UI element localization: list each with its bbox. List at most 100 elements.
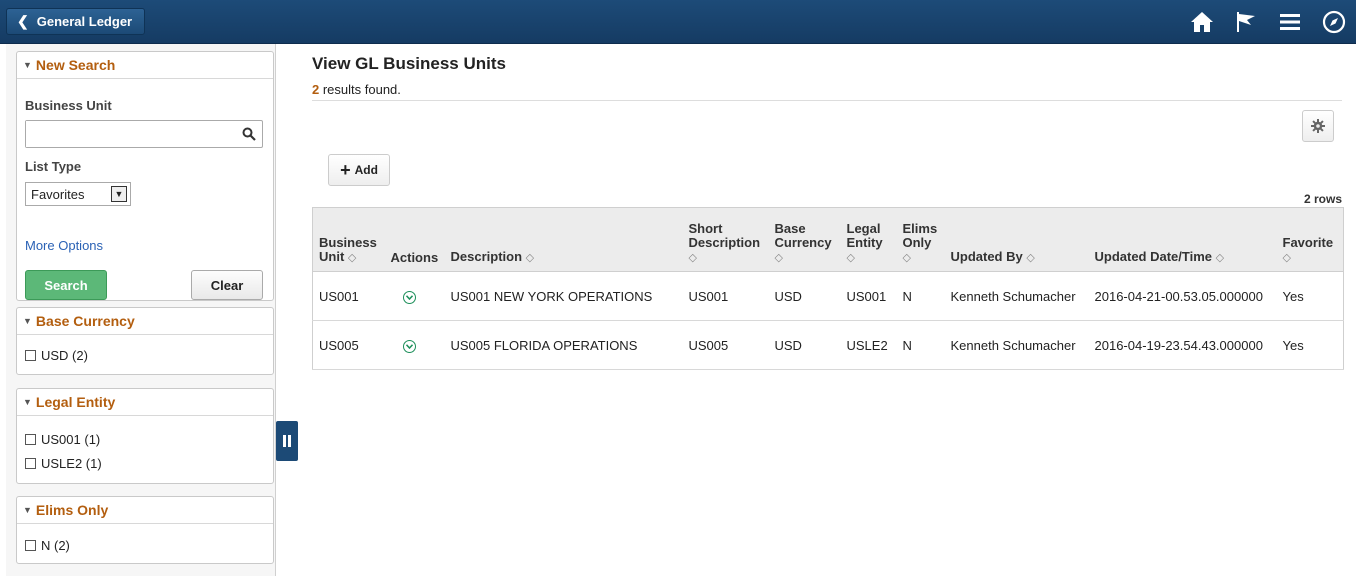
- col-label: Updated By: [950, 249, 1023, 264]
- collapse-panel-handle[interactable]: [276, 421, 298, 461]
- left-panel: ▼ New Search Business Unit List Type Fav…: [6, 44, 276, 576]
- col-label: Updated Date/Time: [1094, 249, 1213, 264]
- col-actions: Actions: [384, 207, 445, 272]
- cell-legal-entity: US001: [840, 271, 897, 321]
- cell-favorite: Yes: [1276, 271, 1344, 321]
- cell-elims-only: N: [896, 320, 945, 370]
- search-button[interactable]: Search: [25, 270, 107, 300]
- cell-updated-date-time: 2016-04-21-00.53.05.000000: [1088, 271, 1277, 321]
- flag-icon[interactable]: [1224, 0, 1268, 44]
- sort-icon[interactable]: ◇: [847, 252, 855, 264]
- col-label: Entity: [846, 235, 883, 250]
- cell-business-unit: US001: [312, 271, 385, 321]
- facet-usle2[interactable]: USLE2 (1): [25, 456, 102, 471]
- col-business-unit[interactable]: Business Unit ◇: [312, 207, 385, 272]
- checkbox[interactable]: [25, 540, 36, 551]
- add-button[interactable]: + Add: [328, 154, 390, 186]
- col-elims-only[interactable]: Elims Only ◇: [896, 207, 945, 272]
- checkbox[interactable]: [25, 350, 36, 361]
- sort-icon[interactable]: ◇: [775, 252, 783, 264]
- sort-icon[interactable]: ◇: [526, 252, 534, 264]
- base-currency-header[interactable]: ▼ Base Currency: [17, 308, 273, 335]
- sort-icon[interactable]: ◇: [348, 252, 356, 264]
- related-actions-icon[interactable]: [402, 340, 416, 353]
- sort-icon[interactable]: ◇: [1283, 252, 1291, 264]
- cell-updated-date-time: 2016-04-19-23.54.43.000000: [1088, 320, 1277, 370]
- triangle-down-icon: ▼: [23, 316, 32, 326]
- plus-icon: +: [340, 159, 351, 180]
- col-legal-entity[interactable]: Legal Entity ◇: [840, 207, 897, 272]
- sort-icon[interactable]: ◇: [689, 252, 697, 264]
- chevron-left-icon: ❮: [17, 13, 29, 29]
- cell-business-unit: US005: [312, 320, 385, 370]
- cell-base-currency: USD: [768, 271, 841, 321]
- list-type-value: Favorites: [31, 186, 85, 202]
- results-summary: 2 results found.: [312, 82, 401, 97]
- facet-usd[interactable]: USD (2): [25, 348, 88, 363]
- row-count: 2 rows: [1303, 192, 1342, 206]
- col-base-currency[interactable]: Base Currency ◇: [768, 207, 841, 272]
- cell-base-currency: USD: [768, 320, 841, 370]
- business-unit-input[interactable]: [26, 121, 226, 147]
- navbar-compass-icon[interactable]: [1312, 0, 1356, 44]
- gear-icon: [1311, 119, 1325, 133]
- related-actions-icon[interactable]: [402, 291, 416, 304]
- elims-only-header[interactable]: ▼ Elims Only: [17, 497, 273, 524]
- elims-only-title: Elims Only: [35, 502, 109, 518]
- back-button[interactable]: ❮ General Ledger: [6, 8, 146, 35]
- facet-label: USD (2): [41, 348, 88, 363]
- cell-elims-only: N: [896, 271, 945, 321]
- home-icon[interactable]: [1180, 0, 1224, 44]
- triangle-down-icon: ▼: [23, 397, 32, 407]
- results-text: results found.: [319, 82, 401, 97]
- search-icon[interactable]: [242, 127, 256, 141]
- facet-n[interactable]: N (2): [25, 538, 70, 553]
- new-search-header[interactable]: ▼ New Search: [17, 52, 273, 79]
- business-unit-label: Business Unit: [25, 98, 112, 113]
- menu-icon[interactable]: [1268, 0, 1312, 44]
- sort-icon[interactable]: ◇: [1216, 252, 1224, 264]
- sort-icon[interactable]: ◇: [1026, 252, 1034, 264]
- cell-description: US005 FLORIDA OPERATIONS: [444, 320, 683, 370]
- cell-actions: [384, 320, 445, 370]
- business-unit-field[interactable]: [25, 120, 263, 148]
- checkbox[interactable]: [25, 434, 36, 445]
- chevron-down-icon[interactable]: ▼: [111, 186, 127, 202]
- divider: [312, 100, 1342, 101]
- cell-favorite: Yes: [1276, 320, 1344, 370]
- cell-updated-by: Kenneth Schumacher: [944, 271, 1089, 321]
- cell-description: US001 NEW YORK OPERATIONS: [444, 271, 683, 321]
- cell-updated-by: Kenneth Schumacher: [944, 320, 1089, 370]
- col-label: Actions: [390, 250, 439, 265]
- list-type-label: List Type: [25, 159, 82, 174]
- triangle-down-icon: ▼: [23, 60, 32, 70]
- clear-button[interactable]: Clear: [191, 270, 263, 300]
- col-label: Business: [319, 235, 377, 250]
- table-row[interactable]: US005 US005 FLORIDA OPERATIONS US005 USD…: [312, 320, 1344, 370]
- elims-only-box: ▼ Elims Only N (2): [16, 496, 274, 564]
- cell-short-description: US001: [682, 271, 769, 321]
- col-label: Description: [450, 249, 523, 264]
- facet-us001[interactable]: US001 (1): [25, 432, 100, 447]
- main-content: View GL Business Units 2 results found. …: [312, 44, 1356, 580]
- table-row[interactable]: US001 US001 NEW YORK OPERATIONS US001 US…: [312, 271, 1344, 321]
- more-options-link[interactable]: More Options: [25, 238, 103, 253]
- legal-entity-header[interactable]: ▼ Legal Entity: [17, 389, 273, 416]
- col-label: Elims: [902, 221, 938, 236]
- checkbox[interactable]: [25, 458, 36, 469]
- col-label: Base: [774, 221, 806, 236]
- col-description[interactable]: Description ◇: [444, 207, 683, 272]
- list-type-select[interactable]: Favorites ▼: [25, 182, 131, 206]
- col-short-description[interactable]: Short Description ◇: [682, 207, 769, 272]
- col-favorite[interactable]: Favorite ◇: [1276, 207, 1344, 272]
- add-button-label: Add: [354, 163, 378, 177]
- sort-icon[interactable]: ◇: [903, 252, 911, 264]
- base-currency-title: Base Currency: [35, 313, 135, 329]
- col-updated-date-time[interactable]: Updated Date/Time ◇: [1088, 207, 1277, 272]
- col-label: Short: [688, 221, 723, 236]
- new-search-box: ▼ New Search Business Unit List Type Fav…: [16, 51, 274, 301]
- base-currency-box: ▼ Base Currency USD (2): [16, 307, 274, 375]
- col-updated-by[interactable]: Updated By ◇: [944, 207, 1089, 272]
- grid-settings-button[interactable]: [1302, 110, 1334, 142]
- facet-label: N (2): [41, 538, 70, 553]
